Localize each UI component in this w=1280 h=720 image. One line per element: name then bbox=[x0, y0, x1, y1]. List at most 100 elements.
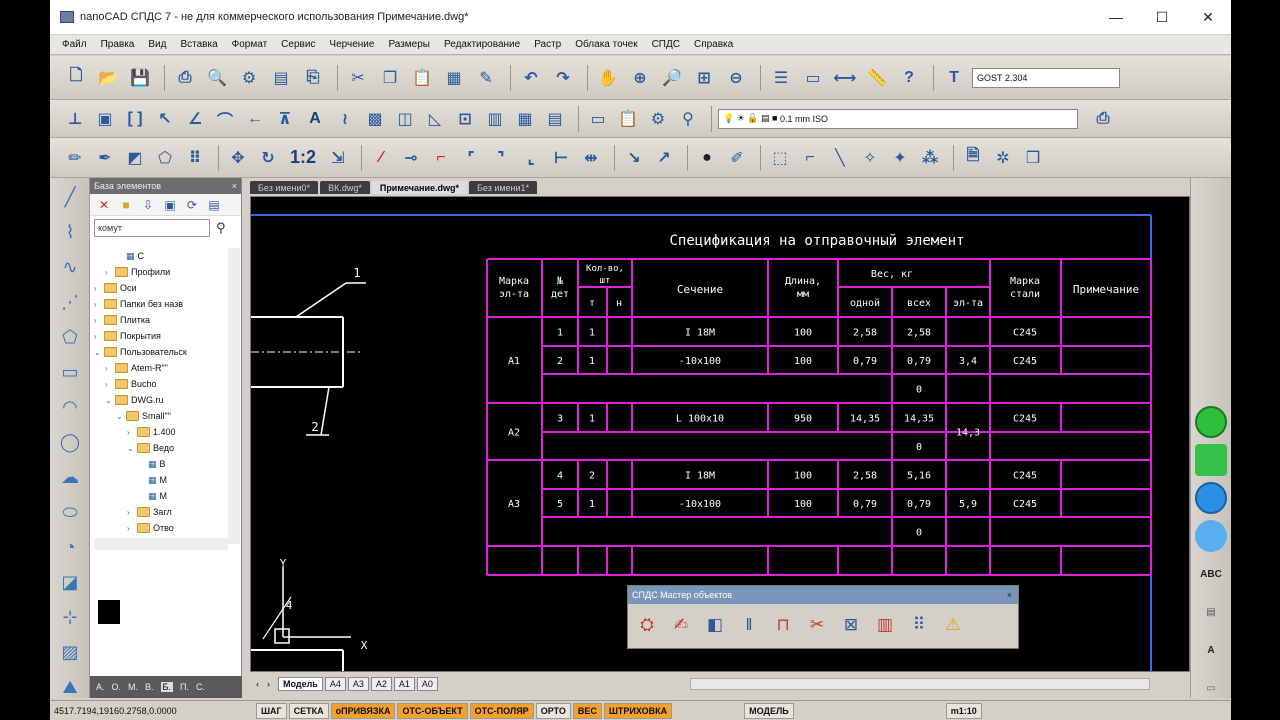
status-toggle-button[interactable]: оПРИВЯЗКА bbox=[330, 702, 396, 719]
arrow-left-icon[interactable]: ← bbox=[242, 105, 268, 133]
layout-tab[interactable]: А1 bbox=[393, 677, 415, 691]
annotation-scale-button[interactable]: m1:10 bbox=[945, 702, 982, 719]
wizard-warning-icon[interactable]: ⚠ bbox=[938, 608, 968, 642]
wizard-beam-icon[interactable]: ⊓ bbox=[768, 608, 798, 642]
document-tab[interactable]: Без имени1* bbox=[469, 181, 538, 194]
tree-item[interactable]: › Загл bbox=[94, 504, 228, 520]
status-toggle-button[interactable]: ОРТО bbox=[535, 702, 571, 719]
tree-item[interactable]: ▦ С bbox=[94, 248, 228, 264]
text-style-icon[interactable]: T bbox=[940, 64, 968, 92]
offset-icon[interactable]: ↘ bbox=[621, 144, 647, 172]
menu-item[interactable]: Сервис bbox=[281, 39, 315, 50]
tree-item[interactable]: › Плитка bbox=[94, 312, 228, 328]
panel-tab[interactable]: М. bbox=[128, 682, 138, 692]
layer-manager-icon[interactable]: ⎙ bbox=[1090, 105, 1116, 133]
tab-scroll-button[interactable]: ‹ bbox=[256, 679, 259, 689]
arc-dim-icon[interactable]: ⌒ bbox=[212, 105, 238, 133]
menu-item[interactable]: Правка bbox=[101, 39, 135, 50]
text-icon[interactable]: A bbox=[302, 105, 328, 133]
undo-icon[interactable]: ↶ bbox=[517, 64, 545, 92]
expand-icon[interactable]: › bbox=[94, 332, 104, 341]
region-icon[interactable]: ◫ bbox=[392, 105, 418, 133]
layouts-icon[interactable]: ❒ bbox=[1020, 144, 1046, 172]
tree-item[interactable]: ▦ М bbox=[94, 488, 228, 504]
tree-item[interactable]: ⌄ DWG.ru bbox=[94, 392, 228, 408]
tree-item[interactable]: › Bucho bbox=[94, 376, 228, 392]
expand-icon[interactable]: › bbox=[127, 524, 137, 533]
status-toggle-button[interactable]: ШТРИХОВКА bbox=[603, 702, 673, 719]
plot-icon[interactable]: ▤ bbox=[267, 64, 295, 92]
select-fence-icon[interactable]: ⌐ bbox=[797, 144, 823, 172]
panel-tab[interactable]: А. bbox=[96, 682, 105, 692]
tree-item[interactable]: ⌄ Small"" bbox=[94, 408, 228, 424]
panel-tab[interactable]: О. bbox=[112, 682, 122, 692]
layout-tab[interactable]: А0 bbox=[416, 677, 438, 691]
tree-item[interactable]: › Оси bbox=[94, 280, 228, 296]
search-input[interactable]: комут bbox=[94, 219, 210, 237]
arc-icon[interactable]: ◠ bbox=[54, 391, 86, 423]
folder-icon[interactable]: ■ bbox=[118, 197, 134, 213]
search-objects-icon[interactable]: ⚲ bbox=[675, 105, 701, 133]
grid-icon[interactable]: ▣ bbox=[92, 105, 118, 133]
settings-icon[interactable]: ⚙ bbox=[645, 105, 671, 133]
tree-item[interactable]: ⌄ Пользовательск bbox=[94, 344, 228, 360]
menu-item[interactable]: СПДС bbox=[652, 39, 680, 50]
circle-icon[interactable]: ◯ bbox=[54, 426, 86, 458]
preview-icon[interactable]: 🔍 bbox=[203, 64, 231, 92]
menu-item[interactable]: Вставка bbox=[180, 39, 217, 50]
expand-icon[interactable]: › bbox=[105, 364, 115, 373]
line-icon[interactable]: ╱ bbox=[54, 181, 86, 213]
text-style-combo[interactable]: GOST 2.304 bbox=[972, 67, 1120, 88]
menu-item[interactable]: Формат bbox=[232, 39, 268, 50]
point-icon[interactable]: ⊹ bbox=[54, 601, 86, 633]
angle-icon[interactable]: ∠ bbox=[182, 105, 208, 133]
model-space-button[interactable]: МОДЕЛЬ bbox=[744, 702, 794, 719]
document-tab[interactable]: Без имени0* bbox=[250, 181, 319, 194]
mirror-icon[interactable]: ⇹ bbox=[578, 144, 604, 172]
zoom-previous-icon[interactable]: ⊖ bbox=[722, 64, 750, 92]
move-icon[interactable]: ✥ bbox=[225, 144, 251, 172]
document-tab[interactable]: Примечание.dwg* bbox=[371, 181, 467, 194]
document-tab[interactable]: ВК.dwg* bbox=[320, 181, 370, 194]
wizard-surface-icon[interactable]: ◧ bbox=[700, 608, 730, 642]
array-icon[interactable]: ↗ bbox=[651, 144, 677, 172]
save-icon[interactable]: 💾 bbox=[126, 64, 154, 92]
panel-tab[interactable]: П. bbox=[180, 682, 189, 692]
level-mark-icon[interactable]: ⊼ bbox=[272, 105, 298, 133]
layout-tab[interactable]: А2 bbox=[370, 677, 392, 691]
publish-icon[interactable]: ⚙ bbox=[235, 64, 263, 92]
pen-icon[interactable]: ✒ bbox=[92, 144, 118, 172]
tree-hscrollbar[interactable] bbox=[94, 538, 228, 550]
export-icon[interactable]: ⎘ bbox=[299, 64, 327, 92]
rotate-icon[interactable]: ↻ bbox=[255, 144, 281, 172]
tree-scrollbar[interactable] bbox=[228, 248, 240, 544]
tab-scroll-button[interactable]: › bbox=[267, 679, 270, 689]
table-icon[interactable]: ▦ bbox=[512, 105, 538, 133]
wave-icon[interactable]: ≀ bbox=[332, 105, 358, 133]
grip-group-icon[interactable]: ⁂ bbox=[917, 144, 943, 172]
multiline-icon[interactable]: ⋰ bbox=[54, 286, 86, 318]
expand-icon[interactable]: ⌄ bbox=[105, 396, 115, 405]
wizard-close-button[interactable]: × bbox=[1007, 590, 1012, 600]
explode-icon[interactable]: ● bbox=[694, 144, 720, 172]
match-properties-icon[interactable]: ▦ bbox=[440, 64, 468, 92]
status-toggle-button[interactable]: ОТС-ПОЛЯР bbox=[469, 702, 534, 719]
spec-table-icon[interactable]: ▤ bbox=[542, 105, 568, 133]
expand-icon[interactable]: ⌄ bbox=[116, 412, 126, 421]
grip-multi-icon[interactable]: ✦ bbox=[887, 144, 913, 172]
blue-circle-icon[interactable] bbox=[1195, 482, 1227, 514]
redo-icon[interactable]: ↷ bbox=[549, 64, 577, 92]
tree-item[interactable]: › 1.400 bbox=[94, 424, 228, 440]
shape-icon[interactable]: ⬠ bbox=[152, 144, 178, 172]
copy-icon[interactable]: ❐ bbox=[376, 64, 404, 92]
green-arrow-icon[interactable] bbox=[1195, 444, 1227, 476]
status-toggle-button[interactable]: ШАГ bbox=[256, 702, 287, 719]
cloud-icon[interactable]: ☁ bbox=[54, 461, 86, 493]
panel-tab[interactable]: В. bbox=[145, 682, 154, 692]
tree-item[interactable]: › Atem-R"" bbox=[94, 360, 228, 376]
ruler-icon[interactable]: 📏 bbox=[863, 64, 891, 92]
grid-dots-icon[interactable]: ⠿ bbox=[182, 144, 208, 172]
grip-icon[interactable]: ✧ bbox=[857, 144, 883, 172]
hatch-icon[interactable]: ▩ bbox=[362, 105, 388, 133]
gradient-icon[interactable]: ▥ bbox=[482, 105, 508, 133]
